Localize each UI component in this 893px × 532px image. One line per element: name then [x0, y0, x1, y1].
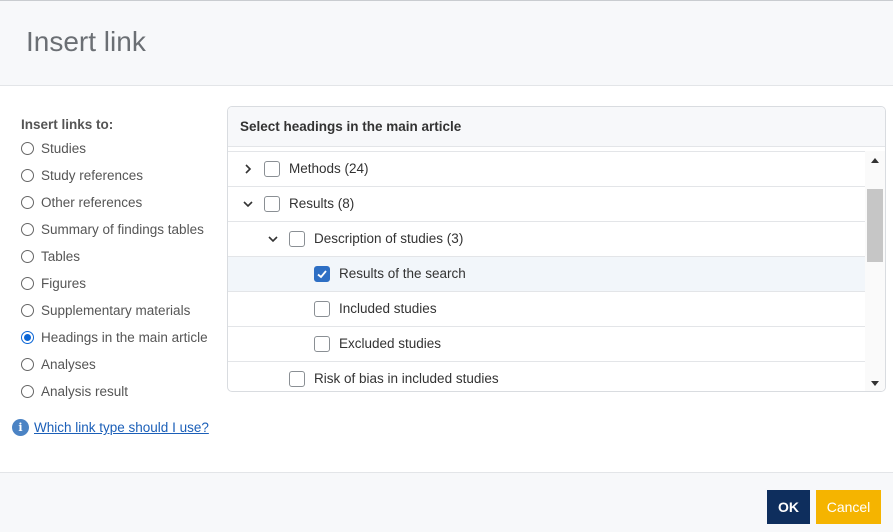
heading-checkbox[interactable]	[264, 161, 280, 177]
dialog-header: Insert link	[0, 1, 893, 86]
insert-link-dialog: Insert link Insert links to: Studies Stud…	[0, 0, 893, 532]
chevron-right-icon[interactable]	[241, 162, 255, 176]
tree-row[interactable]: Results of the search	[228, 257, 865, 292]
link-type-option[interactable]: Analysis result	[21, 378, 221, 405]
link-type-option[interactable]: Other references	[21, 189, 221, 216]
link-type-group: Insert links to: Studies Study references…	[21, 115, 221, 405]
link-type-option[interactable]: Supplementary materials	[21, 297, 221, 324]
radio-button[interactable]	[21, 223, 34, 236]
heading-label: Methods (24)	[289, 161, 369, 176]
radio-label: Headings in the main article	[41, 330, 208, 345]
tree-row[interactable]: Included studies	[228, 292, 865, 327]
scroll-thumb[interactable]	[867, 189, 883, 262]
link-type-option[interactable]: Tables	[21, 243, 221, 270]
tree-row[interactable]: Results (8)	[228, 187, 865, 222]
radio-button[interactable]	[21, 169, 34, 182]
heading-label: Included studies	[339, 301, 437, 316]
headings-panel: Select headings in the main article Meth…	[227, 106, 886, 392]
panel-title: Select headings in the main article	[228, 107, 885, 147]
dialog-footer: OK Cancel	[0, 472, 893, 532]
tree-row[interactable]: Methods (24)	[228, 152, 865, 187]
tree-row[interactable]: Excluded studies	[228, 327, 865, 362]
dialog-title: Insert link	[26, 26, 146, 57]
radio-button[interactable]	[21, 304, 34, 317]
help-row: i Which link type should I use?	[12, 419, 209, 436]
link-type-option[interactable]: Summary of findings tables	[21, 216, 221, 243]
tree-scrollbar[interactable]	[865, 151, 885, 391]
radio-label: Analyses	[41, 357, 96, 372]
info-icon: i	[12, 419, 29, 436]
scroll-down-arrow-icon[interactable]	[869, 377, 881, 389]
ok-button[interactable]: OK	[767, 490, 810, 524]
help-link[interactable]: Which link type should I use?	[34, 420, 209, 435]
headings-tree[interactable]: Methods (24) Results (8) Description of st…	[228, 151, 865, 391]
radio-button[interactable]	[21, 250, 34, 263]
heading-checkbox[interactable]	[289, 371, 305, 387]
link-type-option[interactable]: Headings in the main article	[21, 324, 221, 351]
chevron-down-icon[interactable]	[241, 197, 255, 211]
link-type-title: Insert links to:	[21, 117, 114, 132]
radio-label: Study references	[41, 168, 144, 183]
heading-label: Risk of bias in included studies	[314, 371, 499, 386]
radio-label: Summary of findings tables	[41, 222, 204, 237]
radio-label: Supplementary materials	[41, 303, 191, 318]
radio-button[interactable]	[21, 196, 34, 209]
link-type-option[interactable]: Analyses	[21, 351, 221, 378]
radio-button[interactable]	[21, 358, 34, 371]
heading-checkbox[interactable]	[289, 231, 305, 247]
radio-label: Studies	[41, 141, 87, 156]
radio-label: Analysis result	[41, 384, 129, 399]
link-type-option[interactable]: Figures	[21, 270, 221, 297]
radio-button[interactable]	[21, 385, 34, 398]
tree-row[interactable]: Description of studies (3)	[228, 222, 865, 257]
cancel-button[interactable]: Cancel	[816, 490, 881, 524]
chevron-down-icon[interactable]	[266, 232, 280, 246]
link-type-option[interactable]: Study references	[21, 162, 221, 189]
radio-button[interactable]	[21, 331, 34, 344]
heading-label: Results of the search	[339, 266, 466, 281]
heading-checkbox[interactable]	[314, 266, 330, 282]
link-type-option[interactable]: Studies	[21, 135, 221, 162]
radio-button[interactable]	[21, 142, 34, 155]
heading-label: Excluded studies	[339, 336, 442, 351]
heading-checkbox[interactable]	[314, 301, 330, 317]
tree-row[interactable]: Risk of bias in included studies	[228, 362, 865, 391]
radio-label: Tables	[41, 249, 81, 264]
link-type-options: Studies Study references Other references S…	[21, 135, 221, 405]
heading-label: Description of studies (3)	[314, 231, 464, 246]
radio-button[interactable]	[21, 277, 34, 290]
heading-checkbox[interactable]	[314, 336, 330, 352]
scroll-up-arrow-icon[interactable]	[869, 155, 881, 167]
radio-label: Figures	[41, 276, 87, 291]
heading-checkbox[interactable]	[264, 196, 280, 212]
radio-label: Other references	[41, 195, 143, 210]
heading-label: Results (8)	[289, 196, 355, 211]
